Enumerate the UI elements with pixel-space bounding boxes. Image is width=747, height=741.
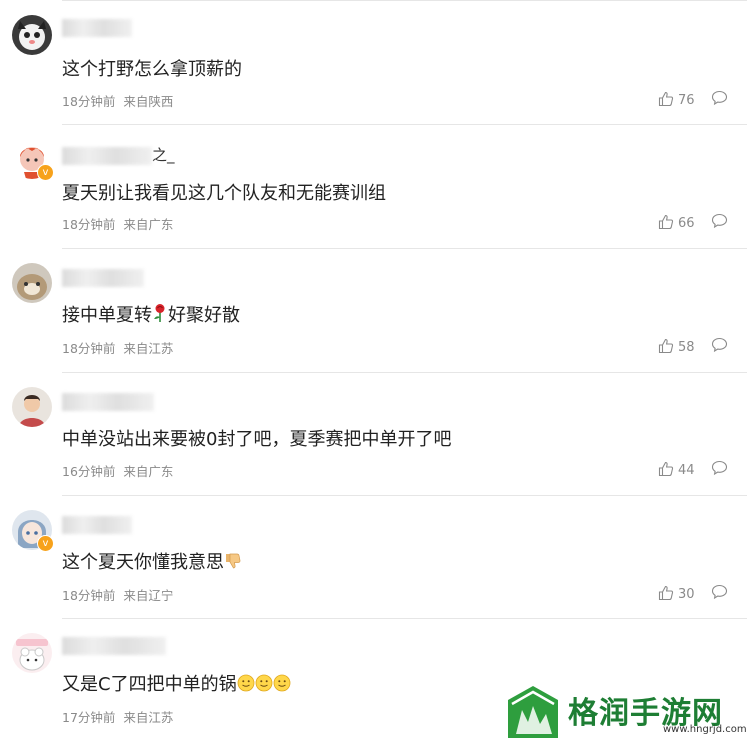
verified-badge: v xyxy=(37,535,54,552)
redacted-username xyxy=(62,515,132,534)
like-count: 58 xyxy=(678,340,695,355)
like-count: 66 xyxy=(678,216,695,231)
like-count: 76 xyxy=(678,93,695,108)
comment-bubble-icon xyxy=(711,460,728,476)
divider xyxy=(62,0,747,1)
avatar[interactable] xyxy=(12,633,52,673)
redacted-username xyxy=(62,268,144,287)
thumbs-down-emoji xyxy=(224,552,242,574)
like-button[interactable]: 66 xyxy=(658,214,695,231)
comment-item: v 这个夏天你懂我意思 18分钟前 来自辽宁 30 xyxy=(0,495,747,618)
comment-location: 来自陕西 xyxy=(123,94,174,109)
reply-button[interactable] xyxy=(711,337,728,357)
comment-text-part: 又是C了四把中单的锅 xyxy=(62,674,237,695)
comment-bubble-icon xyxy=(711,213,728,229)
avatar[interactable] xyxy=(12,263,52,303)
comment-bubble-icon xyxy=(711,337,728,353)
thumbs-up-icon xyxy=(658,338,674,354)
comment-text-part: 这个夏天你懂我意思 xyxy=(62,552,224,573)
like-button[interactable]: 30 xyxy=(658,585,695,602)
comment-location: 来自江苏 xyxy=(123,710,174,725)
comment-location: 来自广东 xyxy=(123,464,174,479)
redacted-username xyxy=(62,18,132,37)
comment-text-part: 接中单夏转 xyxy=(62,305,152,326)
comment-bubble-icon xyxy=(711,90,728,106)
watermark-url: www.hngrjd.com xyxy=(663,724,747,735)
comment-text: 这个夏天你懂我意思 xyxy=(62,548,242,574)
like-button[interactable]: 44 xyxy=(658,461,695,478)
username[interactable] xyxy=(62,392,154,411)
comment-time: 18分钟前 xyxy=(62,341,116,356)
username[interactable] xyxy=(62,636,166,655)
comment-meta: 18分钟前 来自辽宁 xyxy=(62,585,173,604)
comment-time: 18分钟前 xyxy=(62,588,116,603)
comment-meta: 18分钟前 来自广东 xyxy=(62,214,173,233)
comment-text-part: 好聚好散 xyxy=(168,305,240,326)
comment-location: 来自辽宁 xyxy=(123,588,174,603)
divider xyxy=(62,618,747,619)
smile-emoji xyxy=(237,674,255,696)
like-button[interactable]: 58 xyxy=(658,338,695,355)
reply-button[interactable] xyxy=(711,584,728,604)
like-button[interactable]: 76 xyxy=(658,91,695,108)
comment-location: 来自江苏 xyxy=(123,341,174,356)
comment-time: 16分钟前 xyxy=(62,464,116,479)
comment-text: 接中单夏转 好聚好散 xyxy=(62,301,240,327)
comment-time: 17分钟前 xyxy=(62,710,116,725)
redacted-username xyxy=(62,636,166,655)
comment-meta: 18分钟前 来自江苏 xyxy=(62,338,173,357)
verified-badge: v xyxy=(37,164,54,181)
redacted-username xyxy=(62,392,154,411)
avatar[interactable] xyxy=(12,387,52,427)
username-visible-part: 之_ xyxy=(152,146,175,164)
comment-time: 18分钟前 xyxy=(62,94,116,109)
comment-text: 夏天别让我看见这几个队友和无能赛训组 xyxy=(62,183,386,204)
divider xyxy=(62,495,747,496)
thumbs-up-icon xyxy=(658,214,674,230)
watermark-logo-icon xyxy=(508,686,558,738)
thumbs-up-icon xyxy=(658,585,674,601)
rose-emoji xyxy=(152,303,168,327)
username[interactable] xyxy=(62,268,144,287)
divider xyxy=(62,124,747,125)
reply-button[interactable] xyxy=(711,90,728,110)
comment-item: 这个打野怎么拿顶薪的 18分钟前 来自陕西 76 xyxy=(0,0,747,123)
site-watermark: 格润手游网 www.hngrjd.com xyxy=(498,682,747,741)
username[interactable] xyxy=(62,515,132,534)
smile-emoji xyxy=(255,674,273,696)
comment-text: 这个打野怎么拿顶薪的 xyxy=(62,59,242,80)
comment-time: 18分钟前 xyxy=(62,217,116,232)
smile-emoji xyxy=(273,674,291,696)
comment-bubble-icon xyxy=(711,584,728,600)
like-count: 30 xyxy=(678,587,695,602)
avatar[interactable] xyxy=(12,15,52,55)
redacted-username xyxy=(62,146,152,165)
comment-text: 又是C了四把中单的锅 xyxy=(62,670,291,696)
comment-location: 来自广东 xyxy=(123,217,174,232)
divider xyxy=(62,372,747,373)
comment-item: 接中单夏转 好聚好散 18分钟前 来自江苏 58 xyxy=(0,248,747,371)
comment-item: 中单没站出来要被0封了吧，夏季赛把中单开了吧 16分钟前 来自广东 44 xyxy=(0,372,747,495)
username[interactable]: 之_ xyxy=(62,144,175,165)
thumbs-up-icon xyxy=(658,461,674,477)
comment-meta: 18分钟前 来自陕西 xyxy=(62,91,173,110)
comment-text: 中单没站出来要被0封了吧，夏季赛把中单开了吧 xyxy=(62,429,452,450)
like-count: 44 xyxy=(678,463,695,478)
username[interactable] xyxy=(62,18,132,37)
thumbs-up-icon xyxy=(658,91,674,107)
comment-meta: 17分钟前 来自江苏 xyxy=(62,707,173,726)
divider xyxy=(62,248,747,249)
comment-meta: 16分钟前 来自广东 xyxy=(62,461,173,480)
reply-button[interactable] xyxy=(711,460,728,480)
comment-item: v 之_ 夏天别让我看见这几个队友和无能赛训组 18分钟前 来自广东 66 xyxy=(0,124,747,247)
reply-button[interactable] xyxy=(711,213,728,233)
